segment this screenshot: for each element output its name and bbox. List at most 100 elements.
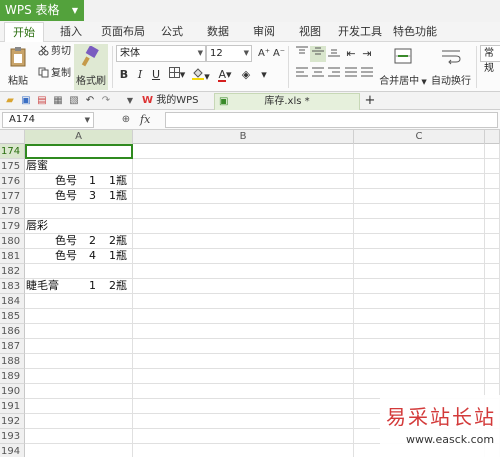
row-header[interactable]: 190 — [0, 384, 25, 399]
cell-b[interactable] — [133, 279, 354, 294]
cell-b[interactable] — [133, 414, 354, 429]
indent-decrease-icon[interactable]: ⇤ — [343, 46, 359, 62]
cell-c[interactable] — [354, 264, 485, 279]
column-header-b[interactable]: B — [133, 130, 354, 144]
name-box[interactable]: A174 ▼ — [2, 112, 94, 128]
cell-d[interactable] — [485, 249, 500, 264]
cell-b[interactable] — [133, 384, 354, 399]
cell-c[interactable] — [354, 189, 485, 204]
cell-b[interactable] — [133, 234, 354, 249]
cell-c[interactable] — [354, 309, 485, 324]
more-format-icon[interactable]: ▾ — [256, 67, 272, 83]
row-header[interactable]: 175 — [0, 159, 25, 174]
cell-d[interactable] — [485, 324, 500, 339]
row-header[interactable]: 192 — [0, 414, 25, 429]
cell-a[interactable] — [25, 309, 133, 324]
align-justify-icon[interactable] — [343, 67, 359, 83]
cell-d[interactable] — [485, 189, 500, 204]
cell-b[interactable] — [133, 174, 354, 189]
copy-button[interactable]: 复制 — [38, 66, 71, 82]
row-header[interactable]: 185 — [0, 309, 25, 324]
cell-b[interactable] — [133, 444, 354, 457]
cell-c[interactable] — [354, 204, 485, 219]
pdf-icon[interactable]: ▤ — [36, 95, 48, 107]
function-icon[interactable]: fx — [140, 113, 150, 126]
customize-icon[interactable]: ▼ — [124, 95, 136, 107]
cell-c[interactable] — [354, 294, 485, 309]
border-icon[interactable]: ▾ — [166, 67, 188, 83]
folder-icon[interactable]: ▰ — [4, 95, 16, 107]
underline-icon[interactable]: U — [148, 67, 164, 83]
preview-icon[interactable]: ▧ — [68, 95, 80, 107]
align-bottom-icon[interactable] — [326, 46, 342, 62]
cell-a[interactable]: 唇彩 — [25, 219, 133, 234]
row-header[interactable]: 178 — [0, 204, 25, 219]
cell-d[interactable] — [485, 369, 500, 384]
undo-icon[interactable]: ↶ — [84, 95, 96, 107]
cell-b[interactable] — [133, 189, 354, 204]
save-icon[interactable]: ▣ — [20, 95, 32, 107]
zoom-icon[interactable]: ⊕ — [120, 114, 132, 126]
redo-icon[interactable]: ↷ — [100, 95, 112, 107]
cell-b[interactable] — [133, 204, 354, 219]
cell-d[interactable] — [485, 174, 500, 189]
tab-view[interactable]: 视图 — [299, 22, 321, 42]
row-header[interactable]: 194 — [0, 444, 25, 457]
cell-c[interactable] — [354, 219, 485, 234]
cell-a[interactable] — [25, 204, 133, 219]
distribute-icon[interactable] — [359, 67, 375, 83]
cell-a[interactable]: 睫毛膏 1 2瓶 — [25, 279, 133, 294]
tab-review[interactable]: 审阅 — [253, 22, 275, 42]
fill-color-icon[interactable]: ▾ — [190, 67, 212, 83]
row-header[interactable]: 187 — [0, 339, 25, 354]
tab-my-wps[interactable]: W 我的WPS × — [142, 93, 212, 122]
clear-format-icon[interactable]: ◈ — [238, 67, 254, 83]
cell-a[interactable] — [25, 144, 133, 159]
cell-d[interactable] — [485, 294, 500, 309]
row-header[interactable]: 179 — [0, 219, 25, 234]
row-header[interactable]: 176 — [0, 174, 25, 189]
font-name-select[interactable]: 宋体 ▼ — [116, 45, 206, 62]
new-tab-icon[interactable]: + — [364, 94, 376, 107]
cell-a[interactable] — [25, 264, 133, 279]
row-header[interactable]: 188 — [0, 354, 25, 369]
wrap-text-button[interactable]: 自动换行 — [430, 44, 472, 87]
cell-d[interactable] — [485, 204, 500, 219]
cell-a[interactable] — [25, 369, 133, 384]
tab-formulas[interactable]: 公式 — [161, 22, 183, 42]
cell-b[interactable] — [133, 144, 354, 159]
format-painter-button[interactable]: 格式刷 — [74, 44, 108, 90]
cell-d[interactable] — [485, 279, 500, 294]
cell-a[interactable]: 唇蜜 — [25, 159, 133, 174]
font-size-select[interactable]: 12 ▼ — [206, 45, 252, 62]
cell-c[interactable] — [354, 354, 485, 369]
row-header[interactable]: 174 — [0, 144, 25, 159]
align-right-icon[interactable] — [326, 67, 342, 83]
cell-d[interactable] — [485, 144, 500, 159]
row-header[interactable]: 181 — [0, 249, 25, 264]
cell-b[interactable] — [133, 249, 354, 264]
cell-c[interactable] — [354, 159, 485, 174]
wps-menu-button[interactable]: WPS 表格 ▼ — [0, 0, 84, 21]
row-header[interactable]: 193 — [0, 429, 25, 444]
cell-b[interactable] — [133, 159, 354, 174]
align-top-icon[interactable] — [294, 46, 310, 62]
italic-icon[interactable]: I — [132, 67, 148, 83]
cell-a[interactable] — [25, 339, 133, 354]
cell-b[interactable] — [133, 399, 354, 414]
font-color-icon[interactable]: A▾ — [214, 67, 236, 83]
cell-c[interactable] — [354, 279, 485, 294]
cell-b[interactable] — [133, 324, 354, 339]
cell-a[interactable]: 色号 3 1瓶 — [25, 189, 133, 204]
row-header[interactable]: 191 — [0, 399, 25, 414]
cell-b[interactable] — [133, 339, 354, 354]
cell-a[interactable] — [25, 294, 133, 309]
bold-icon[interactable]: B — [116, 67, 132, 83]
cell-d[interactable] — [485, 354, 500, 369]
number-format-select[interactable]: 常规 — [480, 45, 500, 74]
align-middle-icon[interactable] — [310, 46, 326, 62]
cell-c[interactable] — [354, 174, 485, 189]
cell-a[interactable] — [25, 444, 133, 457]
cell-d[interactable] — [485, 264, 500, 279]
cell-c[interactable] — [354, 324, 485, 339]
